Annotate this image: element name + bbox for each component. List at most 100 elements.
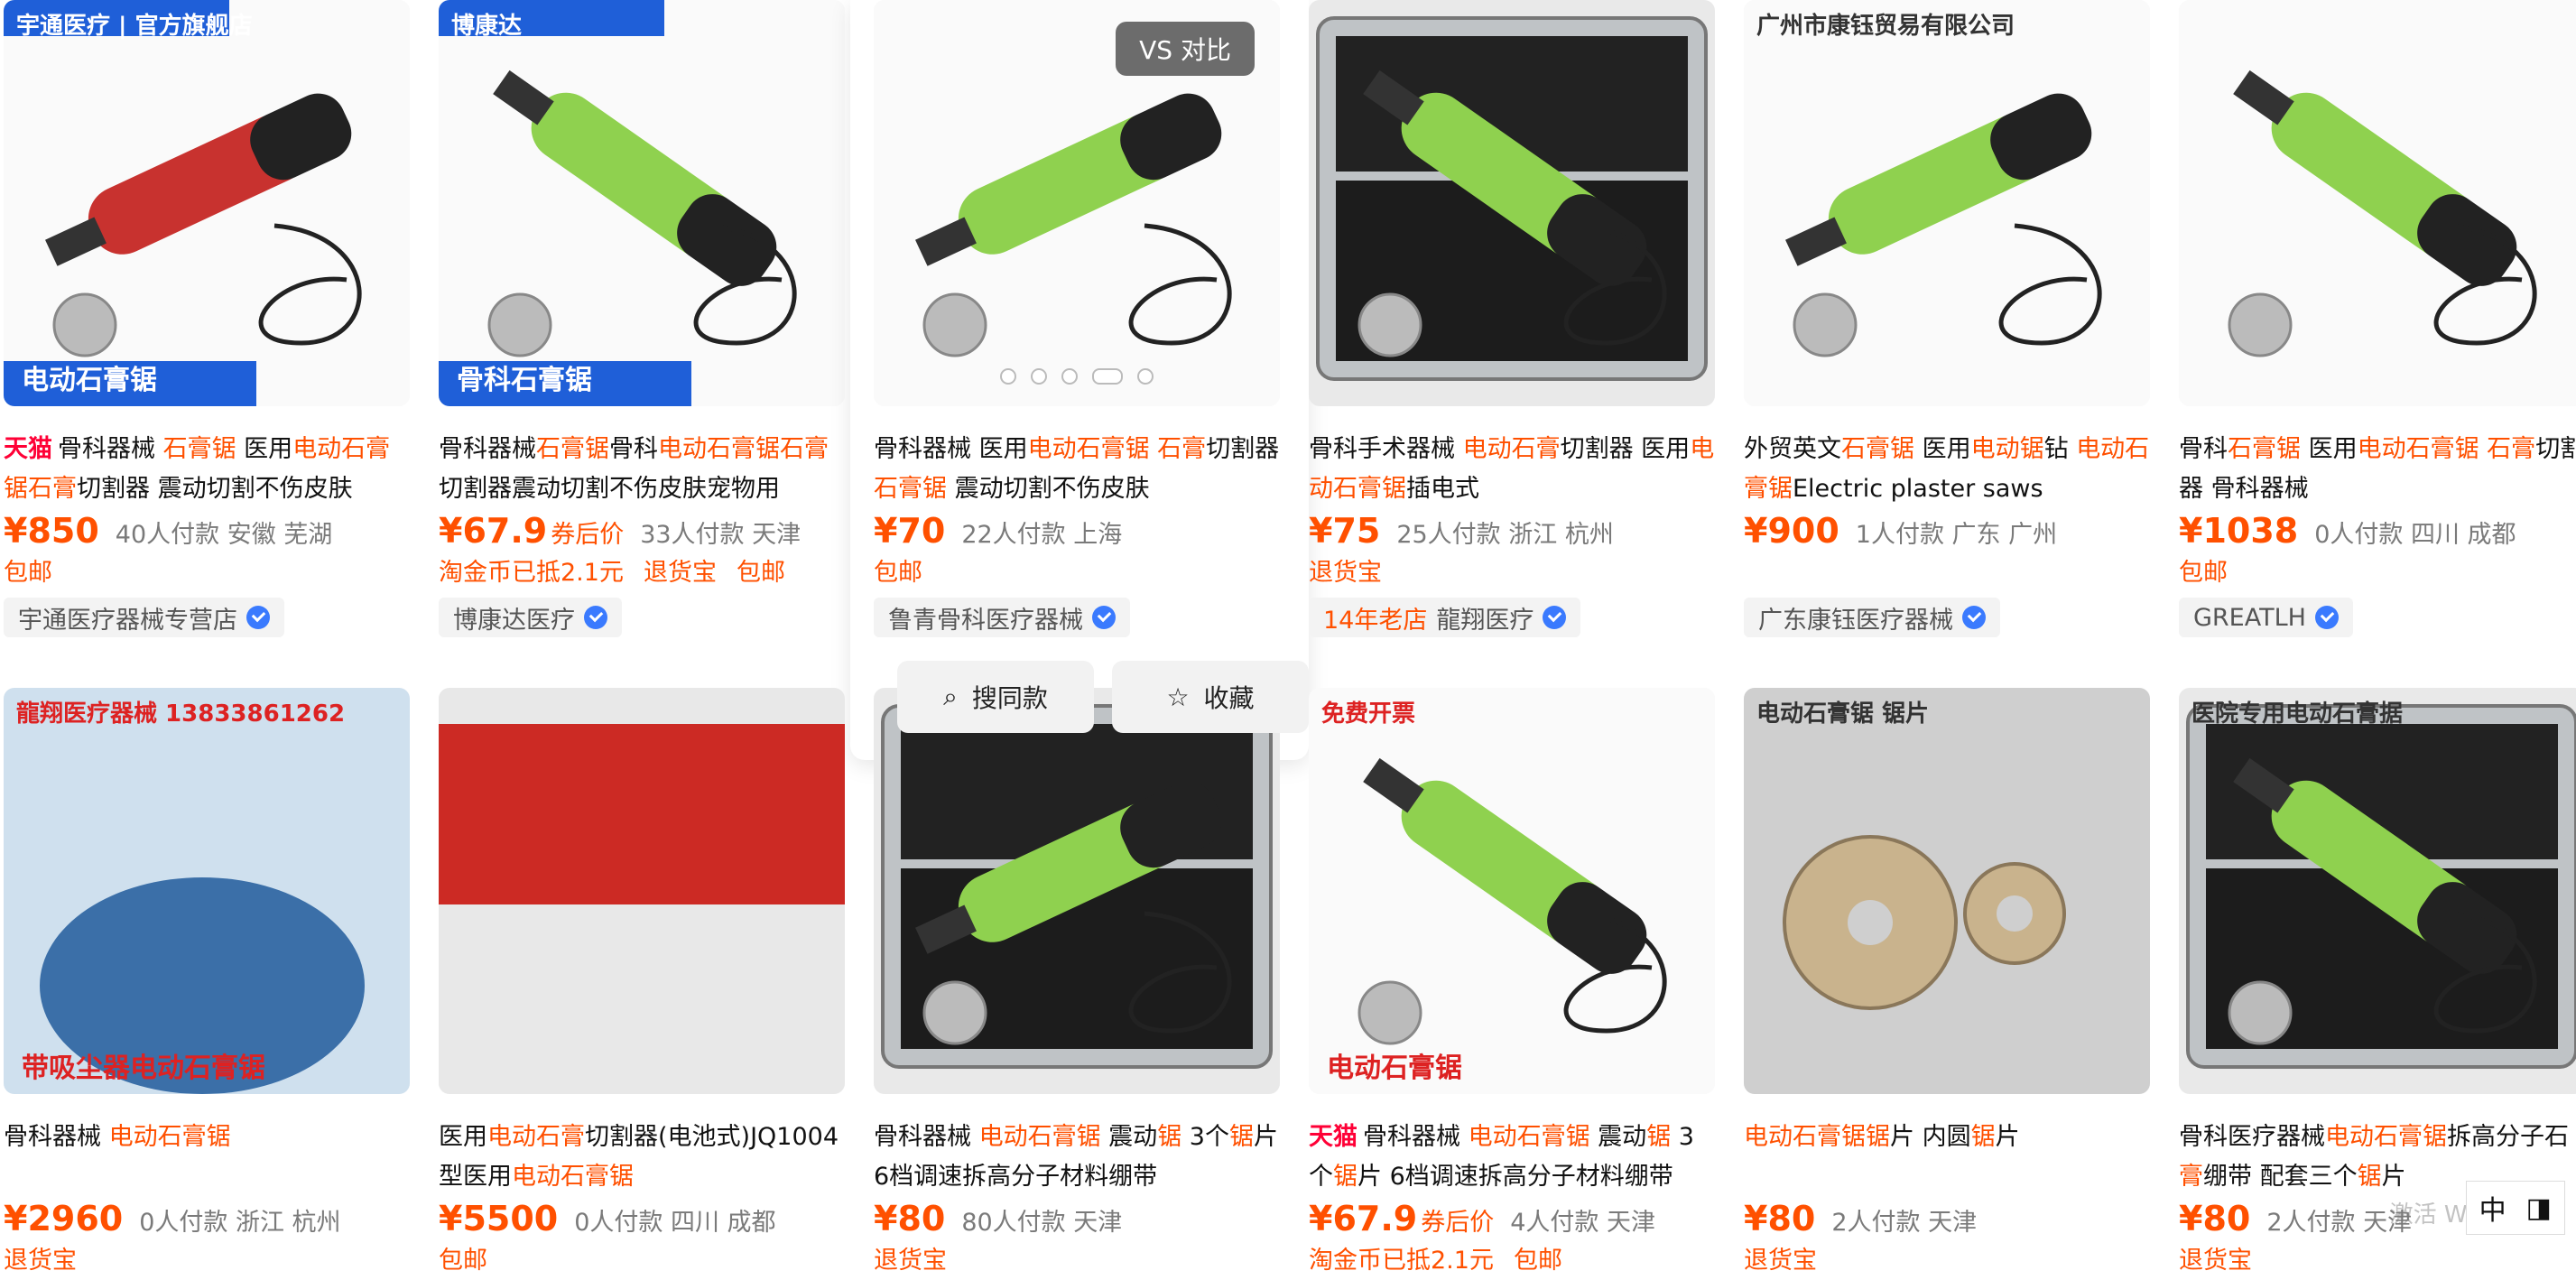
shop-name: 博康达医疗 <box>453 606 575 635</box>
product-card[interactable]: 电动石膏锯 锯片 电动石膏锯锯片 内圆锯片 ¥80 2人付款 天津 退货宝 <box>1744 688 2152 1280</box>
image-bottom-text: 带吸尘器电动石膏锯 <box>22 1053 265 1084</box>
product-image[interactable] <box>874 688 1280 1094</box>
ime-indicator[interactable]: 中 ◨ <box>2465 1181 2565 1235</box>
compare-button[interactable]: VS 对比 <box>1116 22 1255 76</box>
service-tag: 退货宝 <box>4 1247 77 1275</box>
price: ¥2960 <box>4 1199 124 1238</box>
sales-location: 0人付款 四川 成都 <box>574 1209 776 1237</box>
service-tags: 退货宝 <box>2179 1242 2576 1280</box>
title-segment: 锯 <box>1157 1123 1182 1151</box>
price: ¥80 <box>1744 1199 1816 1238</box>
product-card[interactable]: 骨科石膏锯 医用电动石膏锯 石膏切割器 骨科器械 ¥1038 0人付款 四川 成都包… <box>2179 0 2576 637</box>
coupon-label: 券后价 <box>551 521 625 549</box>
product-card[interactable]: VS 对比 骨科器械 医用电动石膏锯 石膏切割器 石膏锯 震动切割不伤皮肤 ¥70 2… <box>874 0 1309 733</box>
product-image[interactable] <box>2179 0 2576 406</box>
price: ¥900 <box>1744 511 1839 551</box>
product-title[interactable]: 天猫 骨科器械 电动石膏锯 震动锯 3个锯片 6档调速拆高分子材料绷带 <box>1309 1118 1717 1197</box>
title-segment: 电动石膏锯 <box>1468 1123 1590 1151</box>
service-tags: 退货宝 <box>1309 554 1717 592</box>
product-image[interactable]: 宇通医疗 | 官方旗舰店 电动石膏锯 <box>4 0 410 406</box>
title-segment: 切割器 <box>1206 435 1280 463</box>
price: ¥75 <box>1309 511 1381 551</box>
product-image[interactable]: 龍翔医疗器械 13833861262 带吸尘器电动石膏锯 <box>4 688 410 1094</box>
image-overlay-text: 电动石膏锯 锯片 <box>1756 700 1930 728</box>
title-segment: 锯 <box>1646 1123 1672 1151</box>
product-grid: 宇通医疗 | 官方旗舰店 电动石膏锯天猫 骨科器械 石膏锯 医用电动石膏锯石膏切割器… <box>0 0 2576 1275</box>
product-card[interactable]: 骨科器械 电动石膏锯 震动锯 3个锯片 6档调速拆高分子材料绷带 ¥80 80人付款… <box>874 688 1282 1280</box>
service-tags: 淘金币已抵2.1元 退货宝 包邮 <box>439 554 847 592</box>
product-title[interactable]: 骨科器械石膏锯骨科电动石膏锯石膏切割器震动切割不伤皮肤宠物用 <box>439 430 847 509</box>
service-tag: 退货宝 <box>874 1247 947 1275</box>
shop-link[interactable]: GREATLH <box>2179 598 2353 637</box>
product-image[interactable]: VS 对比 <box>874 0 1280 406</box>
price: ¥80 <box>874 1199 946 1238</box>
product-image[interactable] <box>1309 0 1715 406</box>
product-card[interactable]: 博康达 骨科石膏锯骨科器械石膏锯骨科电动石膏锯石膏切割器震动切割不伤皮肤宠物用 ¥6… <box>439 0 847 637</box>
star-icon: ☆ <box>1166 682 1190 712</box>
product-image[interactable]: 电动石膏锯 锯片 <box>1744 688 2150 1094</box>
shop-link[interactable]: 广东康钰医疗器械 <box>1744 598 2000 637</box>
product-title[interactable]: 外贸英文石膏锯 医用电动锯钻 电动石膏锯Electric plaster saw… <box>1744 430 2152 509</box>
product-image[interactable] <box>439 688 845 1094</box>
title-segment: 片 <box>1995 1123 2020 1151</box>
title-segment: 切割器震动切割不伤皮肤宠物用 <box>439 475 780 503</box>
product-title[interactable]: 骨科器械 医用电动石膏锯 石膏切割器 石膏锯 震动切割不伤皮肤 <box>874 430 1282 509</box>
carousel-dot[interactable] <box>1061 368 1078 385</box>
carousel-dot[interactable] <box>1031 368 1047 385</box>
product-card[interactable]: 龍翔医疗器械 13833861262 带吸尘器电动石膏锯骨科器械 电动石膏锯 ¥29… <box>4 688 412 1280</box>
coupon-label: 券后价 <box>1421 1209 1495 1237</box>
carousel-dots[interactable] <box>1000 368 1154 385</box>
product-card[interactable]: 宇通医疗 | 官方旗舰店 电动石膏锯天猫 骨科器械 石膏锯 医用电动石膏锯石膏切割器… <box>4 0 412 637</box>
price: ¥67.9 <box>439 511 548 551</box>
product-card[interactable]: 骨科手术器械 电动石膏切割器 医用电动石膏锯插电式 ¥75 25人付款 浙江 杭州退… <box>1309 0 1717 637</box>
image-overlay-text: 龍翔医疗器械 13833861262 <box>16 700 346 728</box>
product-card[interactable]: 广州市康钰贸易有限公司外贸英文石膏锯 医用电动锯钻 电动石膏锯Electric … <box>1744 0 2152 637</box>
product-card[interactable]: 免费开票 电动石膏锯天猫 骨科器械 电动石膏锯 震动锯 3个锯片 6档调速拆高分子材… <box>1309 688 1717 1280</box>
shop-link[interactable]: 鲁青骨科医疗器械 <box>874 598 1130 637</box>
carousel-dot[interactable] <box>1137 368 1154 385</box>
title-segment: 石膏锯 <box>2228 435 2301 463</box>
title-segment: 医用 <box>236 435 293 463</box>
carousel-dot[interactable] <box>1092 368 1123 385</box>
price-row: ¥5500 0人付款 四川 成都 <box>439 1199 847 1242</box>
product-image[interactable]: 免费开票 电动石膏锯 <box>1309 688 1715 1094</box>
camera-search-icon: ⌕ <box>943 682 958 711</box>
service-tags: 包邮 <box>874 554 1282 592</box>
product-title[interactable]: 骨科手术器械 电动石膏切割器 医用电动石膏锯插电式 <box>1309 430 1717 509</box>
sales-location: 22人付款 上海 <box>961 521 1123 549</box>
product-title[interactable]: 骨科石膏锯 医用电动石膏锯 石膏切割器 骨科器械 <box>2179 430 2576 509</box>
price: ¥5500 <box>439 1199 559 1238</box>
product-title[interactable]: 骨科器械 电动石膏锯 <box>4 1118 412 1197</box>
shop-name: 广东康钰医疗器械 <box>1758 606 1953 635</box>
service-tag: 包邮 <box>2179 559 2228 587</box>
carousel-dot[interactable] <box>1000 368 1016 385</box>
shop-link[interactable]: 博康达医疗 <box>439 598 622 637</box>
verified-icon <box>246 606 270 629</box>
half-width-icon: ◨ <box>2525 1192 2552 1224</box>
title-segment: 石膏锯 <box>874 475 947 503</box>
product-image[interactable]: 博康达 骨科石膏锯 <box>439 0 845 406</box>
product-title[interactable]: 医用电动石膏切割器(电池式)JQ1004型医用电动石膏锯 <box>439 1118 847 1197</box>
title-segment: 切割器 震动切割不伤皮肤 <box>77 475 353 503</box>
title-segment: 电动锯 <box>1970 435 2044 463</box>
favorite-button[interactable]: ☆ 收藏 <box>1112 661 1309 733</box>
title-segment: 骨科器械 <box>4 1123 109 1151</box>
shop-link[interactable]: 14年老店 龍翔医疗 <box>1309 598 1581 637</box>
price: ¥1038 <box>2179 511 2299 551</box>
product-image[interactable]: 广州市康钰贸易有限公司 <box>1744 0 2150 406</box>
shop-link[interactable]: 宇通医疗器械专营店 <box>4 598 284 637</box>
product-title[interactable]: 天猫 骨科器械 石膏锯 医用电动石膏锯石膏切割器 震动切割不伤皮肤 <box>4 430 412 509</box>
price-row: ¥2960 0人付款 浙江 杭州 <box>4 1199 412 1242</box>
title-segment: 电动石膏锯 <box>2325 1123 2447 1151</box>
price-row: ¥67.9 券后价 4人付款 天津 <box>1309 1199 1717 1242</box>
product-title[interactable]: 骨科器械 电动石膏锯 震动锯 3个锯片 6档调速拆高分子材料绷带 <box>874 1118 1282 1197</box>
product-title[interactable]: 电动石膏锯锯片 内圆锯片 <box>1744 1118 2152 1197</box>
service-tag: 退货宝 <box>1309 559 1382 587</box>
sales-location: 33人付款 天津 <box>640 521 802 549</box>
product-image[interactable]: 医院专用电动石膏据 <box>2179 688 2576 1094</box>
favorite-label: 收藏 <box>1203 683 1255 713</box>
verified-icon <box>2314 606 2339 629</box>
title-segment: 震动 <box>1589 1123 1647 1151</box>
product-card[interactable]: 医用电动石膏切割器(电池式)JQ1004型医用电动石膏锯 ¥5500 0人付款 四川… <box>439 688 847 1280</box>
find-similar-button[interactable]: ⌕ 搜同款 <box>897 661 1094 733</box>
